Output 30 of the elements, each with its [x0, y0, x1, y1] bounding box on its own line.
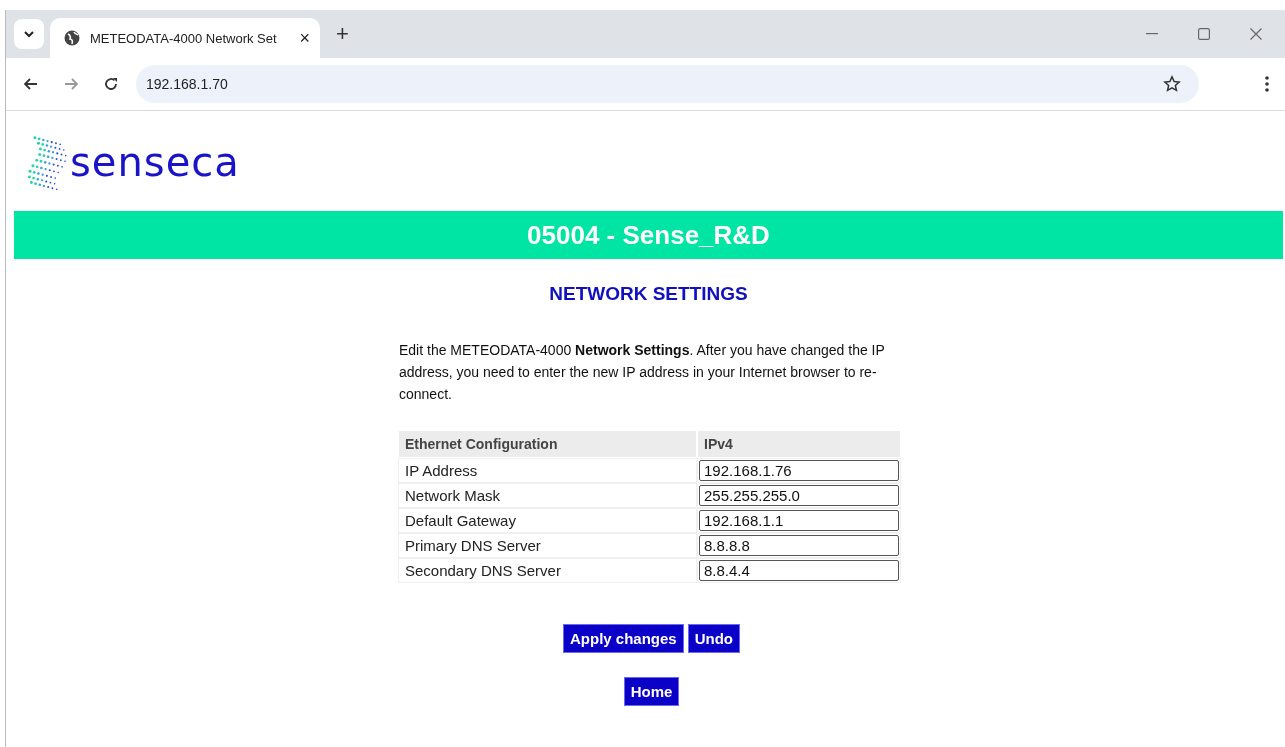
browser-tab[interactable]: METEODATA-4000 Network Set × [50, 18, 320, 58]
page-heading: NETWORK SETTINGS [548, 283, 749, 305]
forward-arrow-icon[interactable] [64, 78, 78, 90]
minimize-icon[interactable] [1146, 33, 1158, 35]
home-button[interactable]: Home [623, 677, 680, 706]
globe-icon [64, 30, 80, 46]
logo-text: senseca [70, 139, 240, 185]
column-header: Ethernet Configuration [399, 431, 696, 457]
chevron-down-icon [24, 30, 34, 38]
action-button[interactable]: Undo [687, 624, 740, 653]
close-tab-button[interactable]: × [299, 27, 310, 49]
input-field[interactable]: 255.255.255.0 [699, 485, 899, 506]
input-field[interactable]: 8.8.8.8 [699, 535, 899, 556]
input-field[interactable]: 192.168.1.76 [699, 460, 899, 481]
input-field[interactable]: 8.8.4.4 [699, 560, 899, 581]
tab-list-button[interactable] [14, 19, 44, 49]
more-menu-icon[interactable] [1265, 76, 1269, 92]
logo-icon [28, 133, 68, 191]
back-arrow-icon[interactable] [24, 78, 38, 90]
close-icon[interactable] [1250, 28, 1262, 40]
reload-icon[interactable] [104, 77, 118, 91]
input-field[interactable]: 192.168.1.1 [699, 510, 899, 531]
action-button[interactable]: Apply changes [563, 624, 684, 653]
star-icon[interactable] [1163, 75, 1181, 93]
intro-text: Edit the METEODATA-4000 Network Settings. After you have changed the IP address, you need to enter the new IP address in your Internet browser to re-connect. [399, 341, 886, 404]
title-banner: 05004 - Sense_R&D [14, 211, 1283, 259]
address-bar[interactable]: 192.168.1.70 [136, 65, 1199, 103]
new-tab-button[interactable]: + [336, 21, 349, 47]
maximize-icon[interactable] [1198, 28, 1210, 40]
column-header: IPv4 [698, 431, 900, 457]
